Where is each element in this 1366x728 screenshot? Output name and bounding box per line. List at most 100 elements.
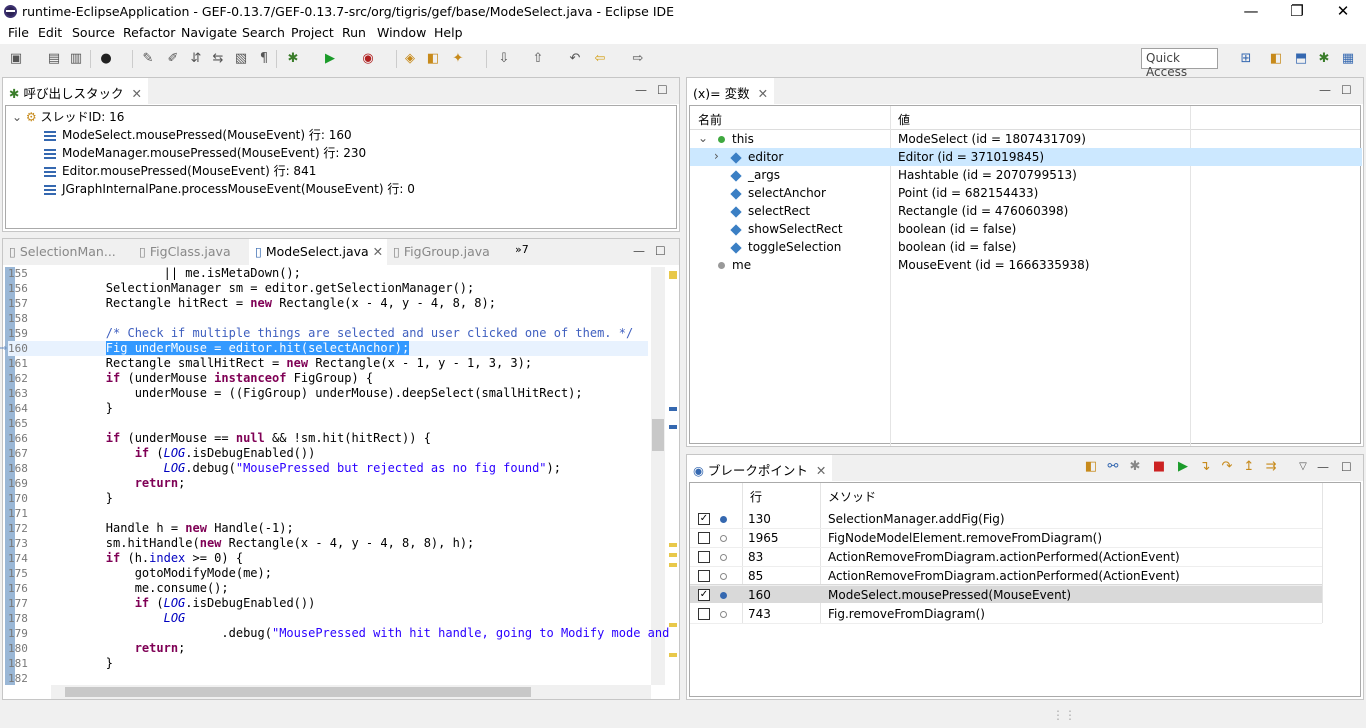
thread-row[interactable]: ⌄ ⚙ スレッドID: 16 [12,108,124,126]
code-line[interactable]: 165 [8,416,648,431]
toggle-breadcrumb-icon[interactable]: ✎ [140,51,156,67]
new-icon[interactable]: ▣ [8,51,24,67]
debug-icon[interactable]: ✱ [285,51,301,67]
tab-figclass[interactable]: ▯ FigClass.java [133,239,237,265]
restore-button[interactable]: ❐ [1274,0,1320,24]
scroll-thumb[interactable] [65,687,531,697]
quick-access-input[interactable]: Quick Access [1141,48,1218,79]
code-line[interactable]: 170 } [8,491,648,506]
variable-row[interactable]: _args Hashtable (id = 2070799513) [698,167,1358,185]
column-method[interactable]: メソッド [828,488,876,505]
stack-frame[interactable]: Editor.mousePressed(MouseEvent) 行: 841 [44,162,316,180]
breakpoint-checkbox[interactable]: ✓ [698,589,710,601]
save-icon[interactable]: ▤ [46,51,62,67]
menu-refactor[interactable]: Refactor [123,25,175,40]
code-line[interactable]: 172 Handle h = new Handle(-1); [8,521,648,536]
breakpoint-checkbox[interactable] [698,551,710,563]
java-ee-perspective-icon[interactable]: ⬒ [1293,51,1309,67]
menu-file[interactable]: File [8,25,29,40]
open-type-icon[interactable]: ◈ [402,51,418,67]
close-icon[interactable]: ✕ [131,86,141,101]
breakpoint-checkbox[interactable] [698,532,710,544]
minimize-icon[interactable]: — [633,244,645,258]
block-selection-icon[interactable]: ⇵ [188,51,204,67]
external-tools-icon[interactable]: ◉ [360,51,376,67]
tab-figgroup[interactable]: ▯ FigGroup.java [387,239,496,265]
breakpoint-row[interactable]: 743 Fig.removeFromDiagram() [690,605,1322,624]
code-line[interactable]: 164 } [8,401,648,416]
step-return-icon[interactable]: ↥ [1241,459,1257,475]
close-icon[interactable]: ✕ [758,86,768,101]
skip-breakpoints-icon[interactable]: ✱ [1127,459,1143,475]
code-line[interactable]: 179 .debug("MousePressed with hit handle… [8,626,669,641]
resource-perspective-icon[interactable]: ▦ [1340,51,1356,67]
code-line[interactable]: 178 LOG [8,611,648,626]
stack-frame[interactable]: ModeSelect.mousePressed(MouseEvent) 行: 1… [44,126,352,144]
view-menu-icon[interactable]: ▽ [1295,459,1311,475]
code-line[interactable]: 158 [8,311,648,326]
code-line[interactable]: 168 LOG.debug("MousePressed but rejected… [8,461,648,476]
code-line[interactable]: 177 if (LOG.isDebugEnabled()) [8,596,648,611]
open-folder-icon[interactable]: ◧ [1083,459,1099,475]
close-button[interactable]: ✕ [1320,0,1366,24]
next-annotation-icon[interactable]: ⇩ [496,51,512,67]
code-line[interactable]: 175 gotoModifyMode(me); [8,566,648,581]
code-line[interactable]: 174 if (h.index >= 0) { [8,551,648,566]
variable-row[interactable]: selectRect Rectangle (id = 476060398) [698,203,1358,221]
profile-icon[interactable]: ● [98,51,114,67]
debug-perspective-icon[interactable]: ✱ [1316,51,1332,67]
minimize-button[interactable]: — [1228,0,1274,24]
code-line[interactable]: 157 Rectangle hitRect = new Rectangle(x … [8,296,648,311]
close-icon[interactable]: ✕ [816,463,826,478]
word-wrap-icon[interactable]: ▧ [233,51,249,67]
last-edit-icon[interactable]: ↶ [567,51,583,67]
stack-frame[interactable]: ModeManager.mousePressed(MouseEvent) 行: … [44,144,366,162]
chevron-right-icon[interactable]: › [714,149,719,163]
minimize-icon[interactable]: — [1319,83,1331,97]
back-icon[interactable]: ⇦ [592,51,608,67]
code-line[interactable]: 180 return; [8,641,648,656]
minimize-icon[interactable]: — [1317,460,1329,474]
search-tool-icon[interactable]: ✦ [450,51,466,67]
maximize-icon[interactable]: ☐ [1341,460,1352,474]
open-task-icon[interactable]: ◧ [425,51,441,67]
tab-variables[interactable]: (x)= 変数 ✕ [687,78,775,104]
java-perspective-icon[interactable]: ◧ [1268,51,1284,67]
horizontal-scrollbar[interactable] [51,685,651,699]
variable-row[interactable]: showSelectRect boolean (id = false) [698,221,1358,239]
menu-run[interactable]: Run [342,25,366,40]
tab-selectionmanager[interactable]: ▯ SelectionMan... [3,239,122,265]
code-line[interactable]: 163 underMouse = ((FigGroup) underMouse)… [8,386,648,401]
tab-overflow[interactable]: »7 [515,243,529,256]
breakpoint-checkbox[interactable] [698,570,710,582]
variable-row[interactable]: ⌄ this ModeSelect (id = 1807431709) [698,131,1358,149]
code-line[interactable]: 176 me.consume(); [8,581,648,596]
column-line[interactable]: 行 [750,488,762,505]
step-into-icon[interactable]: ↴ [1197,459,1213,475]
menu-source[interactable]: Source [72,25,115,40]
code-editor[interactable]: 155 || me.isMetaDown(); 156 SelectionMana… [0,266,669,686]
close-icon[interactable]: ✕ [373,244,383,259]
tab-callstack[interactable]: ✱ 呼び出しスタック ✕ [3,78,148,104]
code-line[interactable]: 155 || me.isMetaDown(); [8,266,648,281]
open-perspective-icon[interactable]: ⊞ [1238,51,1254,67]
code-line[interactable]: 173 sm.hitHandle(new Rectangle(x - 4, y … [8,536,648,551]
pilcrow-icon[interactable]: ¶ [256,51,272,67]
chevron-down-icon[interactable]: ⌄ [698,131,708,145]
menu-navigate[interactable]: Navigate [181,25,237,40]
maximize-icon[interactable]: ☐ [657,83,668,97]
maximize-icon[interactable]: ☐ [1341,83,1352,97]
code-line[interactable]: 182 [8,671,648,686]
menu-project[interactable]: Project [291,25,334,40]
mark-occurrences-icon[interactable]: ✐ [165,51,181,67]
link-icon[interactable]: ⚯ [1105,459,1121,475]
run-icon[interactable]: ▶ [322,51,338,67]
code-line[interactable]: 162 if (underMouse instanceof FigGroup) … [8,371,648,386]
previous-annotation-icon[interactable]: ⇧ [530,51,546,67]
variable-row[interactable]: › editor Editor (id = 371019845) [698,149,1358,167]
breakpoint-row[interactable]: 85 ActionRemoveFromDiagram.actionPerform… [690,567,1322,586]
stack-frame[interactable]: JGraphInternalPane.processMouseEvent(Mou… [44,180,415,198]
terminate-icon[interactable]: ■ [1151,459,1167,475]
code-line[interactable]: 159 /* Check if multiple things are sele… [8,326,648,341]
breakpoint-checkbox[interactable] [698,608,710,620]
